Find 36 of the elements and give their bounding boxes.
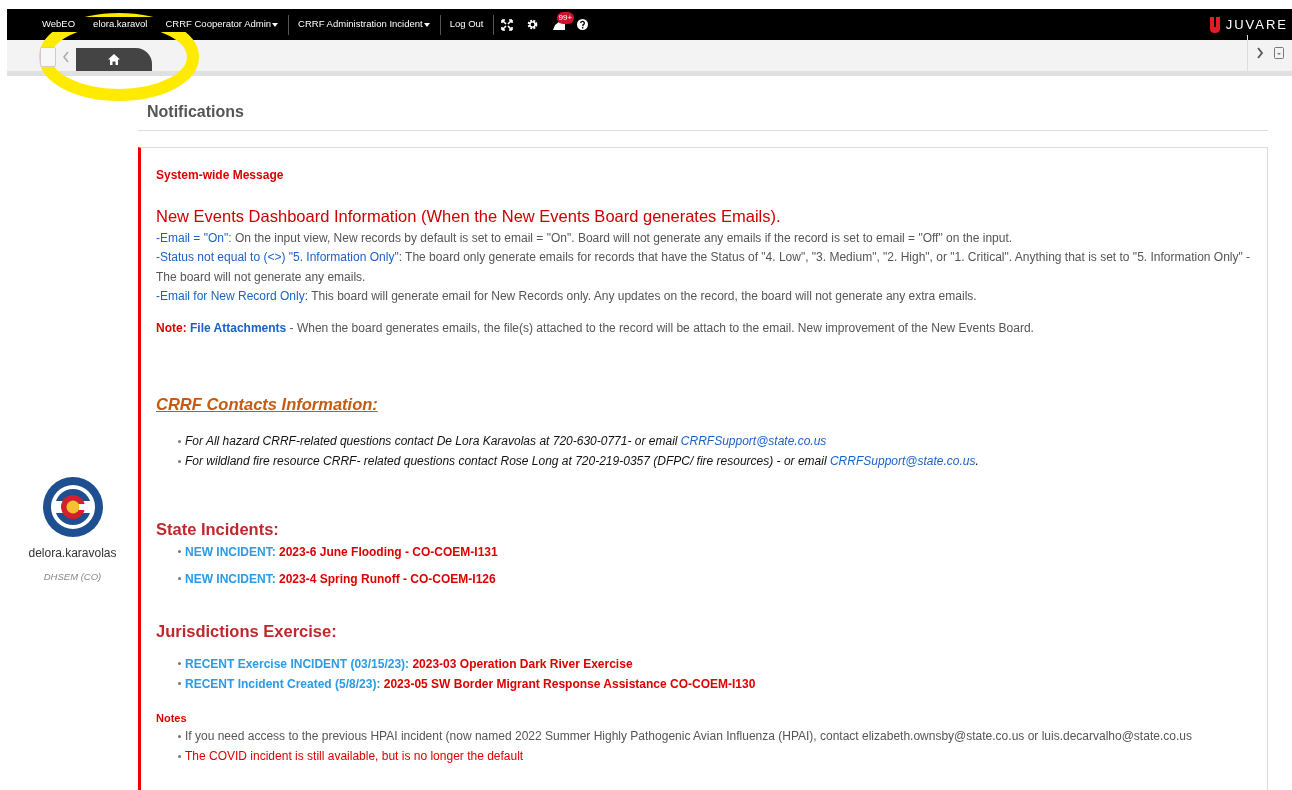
panel-icon[interactable]	[1274, 47, 1284, 59]
user-name: delora.karavolas	[28, 545, 117, 562]
organization-name: DHSEM (CO)	[43, 570, 102, 584]
help-icon[interactable]	[576, 19, 588, 30]
incident-item: RECENT Exercise INCIDENT (03/15/23): 2023-03 Operation Dark River Exercise	[185, 655, 633, 673]
note-item: The COVID incident is still available, but is no longer the default	[185, 748, 524, 765]
contact-item: For wildland fire resource CRRF- related questions contact Rose Long at 720-219-0357 (DFPC/ fire resources) - or email CRRFSupport@state.co.us.	[185, 453, 979, 470]
brand-name: JUVARE	[1225, 15, 1288, 34]
message-label: System-wide Message	[156, 167, 285, 184]
section-heading: State Incidents:	[156, 519, 280, 540]
caret-icon	[423, 22, 430, 27]
incident-item: NEW INCIDENT: 2023-6 June Flooding - CO-COEM-I131	[185, 543, 498, 561]
caret-icon	[272, 22, 279, 27]
fullscreen-icon[interactable]	[500, 18, 513, 31]
section-heading: Jurisdictions Exercise:	[156, 620, 338, 642]
notes-heading: Notes	[156, 710, 188, 726]
section-heading: CRRF Contacts Information:	[156, 394, 379, 416]
settings-icon[interactable]	[526, 19, 538, 30]
email-link[interactable]: CRRFSupport@state.co.us	[829, 454, 976, 468]
incident-item: RECENT Incident Created (5/8/23): 2023-05 SW Border Migrant Response Assistance CO-COEM-I130	[185, 675, 756, 693]
message-paragraph: -Status not equal to (<>) "5. Information Only": The board only generate emails for records that have the Status of "4. Low", "3. Medium", "2. High", or "1. Critical". Anything that is set to "5. Information Only" - The board will not generate any emails.	[156, 249, 1252, 286]
note-item: If you need access to the previous HPAI incident (now named 2022 Summer Highly Pathogenic Avian Influenza (HPAI), contact elizabeth.ownsby@state.co.us or luis.decarvalho@state.co.us	[185, 728, 1192, 745]
incident-item: NEW INCIDENT: 2023-4 Spring Runoff - CO-COEM-I126	[185, 570, 496, 588]
message-paragraph: -Email = "On": On the input view, New records by default is set to email = "On". Board will not generate any emails if the record is set to email = "Off" on the input.	[156, 229, 1014, 247]
message-heading: New Events Dashboard Information (When the New Events Board generates Emails).	[156, 206, 782, 227]
note-paragraph: Note: File Attachments - When the board generates emails, the file(s) attached to the record will be attach to the email. New improvement of the New Events Board.	[156, 319, 1035, 337]
contact-item: For All hazard CRRF-related questions contact De Lora Karavolas at 720-630-0771- or email CRRFSupport@state.co.us	[185, 433, 827, 450]
emblem-logo	[41, 476, 104, 538]
user-label: elora.karavol	[84, 17, 157, 32]
home-icon	[108, 54, 120, 65]
page-title: Notifications	[138, 76, 1268, 131]
email-link[interactable]: CRRFSupport@state.co.us	[680, 434, 827, 448]
message-paragraph: -Email for New Record Only: This board will generate email for New Records only. Any updates on the record, the board will not generate any extra emails.	[156, 288, 978, 306]
home-tab[interactable]	[76, 48, 152, 71]
logo-icon	[1209, 16, 1220, 33]
notification-badge: 99+	[556, 11, 575, 24]
